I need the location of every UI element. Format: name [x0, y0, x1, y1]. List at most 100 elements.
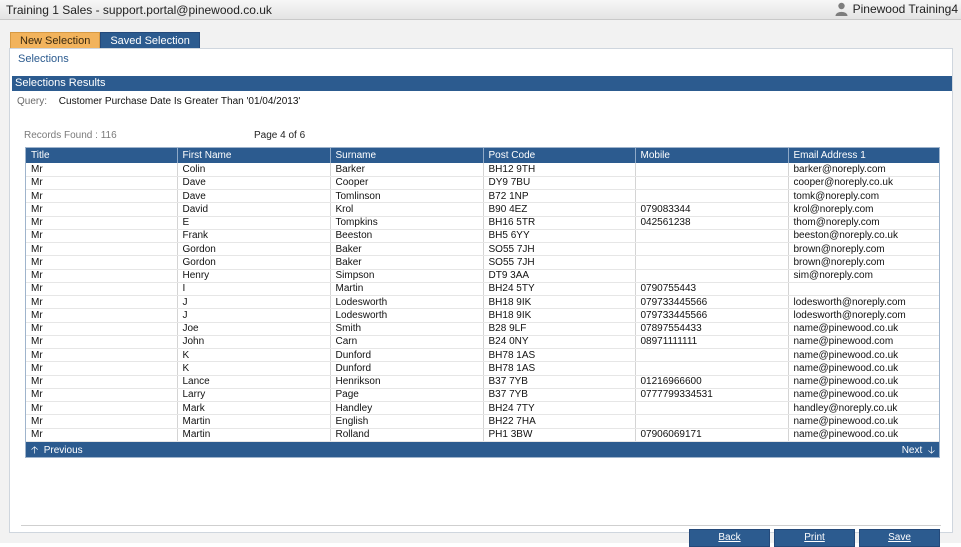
user-menu[interactable]: Pinewood Training4 — [835, 2, 958, 16]
mobile-cell — [635, 176, 789, 191]
table-row[interactable]: Mr Dave Tomlinson B72 1NP tomk@noreply.com — [26, 189, 939, 204]
surname-cell: Barker — [330, 163, 484, 177]
first-name-cell: Joe — [177, 322, 331, 336]
user-name: Pinewood Training4 — [852, 2, 958, 16]
email-cell: brown@noreply.com — [788, 255, 939, 270]
title-cell: Mr — [26, 401, 178, 416]
post-code-cell: BH12 9TH — [483, 163, 636, 177]
surname-cell: Handley — [330, 401, 484, 416]
post-code-cell: SO55 7JH — [483, 242, 636, 257]
table-row[interactable]: Mr John Carn B24 0NY 08971111111 name@pinewoo… — [26, 335, 939, 350]
title-cell: Mr — [26, 308, 178, 323]
first-name-cell: Gordon — [177, 255, 331, 270]
post-code-cell: B72 1NP — [483, 189, 636, 204]
first-name-cell: John — [177, 335, 331, 350]
surname-cell: Henrikson — [330, 375, 484, 389]
first-name-cell: I — [177, 282, 331, 297]
table-header-row: Title First Name Surname Post Code Mobil… — [26, 148, 939, 163]
post-code-cell: B37 7YB — [483, 375, 636, 389]
table-row[interactable]: Mr Colin Barker BH12 9TH barker@noreply.com — [26, 163, 939, 177]
query-label: Query: — [17, 96, 48, 107]
title-cell: Mr — [26, 229, 178, 244]
column-header-first-name[interactable]: First Name — [177, 148, 331, 163]
mobile-cell — [635, 361, 789, 376]
email-cell: thom@noreply.com — [788, 216, 939, 230]
column-header-mobile[interactable]: Mobile — [635, 148, 789, 163]
table-row[interactable]: Mr Henry Simpson DT9 3AA sim@noreply.com — [26, 269, 939, 283]
title-cell: Mr — [26, 269, 178, 283]
surname-cell: Carn — [330, 335, 484, 350]
surname-cell: Simpson — [330, 269, 484, 283]
back-button[interactable]: Back — [689, 529, 770, 547]
column-header-email[interactable]: Email Address 1 — [788, 148, 939, 163]
section-title-bar: Selections Results — [12, 76, 952, 91]
first-name-cell: K — [177, 361, 331, 376]
table-row[interactable]: Mr K Dunford BH78 1AS name@pinewood.co.uk — [26, 348, 939, 363]
post-code-cell: B90 4EZ — [483, 202, 636, 217]
mobile-cell: 0777799334531 — [635, 388, 789, 403]
title-cell: Mr — [26, 348, 178, 363]
surname-cell: Lodesworth — [330, 295, 484, 310]
tab-saved-selection[interactable]: Saved Selection — [100, 32, 200, 48]
table-row[interactable]: Mr Frank Beeston BH5 6YY beeston@noreply.co.… — [26, 229, 939, 244]
first-name-cell: Mark — [177, 401, 331, 416]
table-row[interactable]: Mr David Krol B90 4EZ 079083344 krol@noreply.… — [26, 202, 939, 217]
grid-pager: 🡡 Previous Next 🡣 — [26, 441, 939, 460]
surname-cell: English — [330, 414, 484, 429]
table-row[interactable]: Mr J Lodesworth BH18 9IK 079733445566 lodeswo… — [26, 308, 939, 323]
post-code-cell: B37 7YB — [483, 388, 636, 403]
tab-strip: New Selection Saved Selection — [10, 32, 200, 48]
footer-divider — [21, 525, 941, 526]
email-cell: name@pinewood.co.uk — [788, 361, 939, 376]
mobile-cell: 07897554433 — [635, 322, 789, 336]
table-row[interactable]: Mr Larry Page B37 7YB 0777799334531 name@pine… — [26, 388, 939, 403]
table-row[interactable]: Mr Joe Smith B28 9LF 07897554433 name@pinewoo… — [26, 322, 939, 336]
table-row[interactable]: Mr Martin English BH22 7HA name@pinewood.co.… — [26, 414, 939, 429]
user-icon — [835, 2, 848, 16]
mobile-cell: 079733445566 — [635, 308, 789, 323]
next-page-button[interactable]: Next 🡣 — [902, 443, 935, 460]
results-grid: Title First Name Surname Post Code Mobil… — [25, 147, 940, 458]
query-value: Customer Purchase Date Is Greater Than '… — [58, 96, 301, 107]
column-header-surname[interactable]: Surname — [330, 148, 484, 163]
surname-cell: Dunford — [330, 348, 484, 363]
window-titlebar: Training 1 Sales - support.portal@pinewo… — [0, 0, 961, 20]
first-name-cell: Henry — [177, 269, 331, 283]
post-code-cell: BH78 1AS — [483, 361, 636, 376]
query-line: Query: Customer Purchase Date Is Greater… — [17, 96, 300, 107]
first-name-cell: J — [177, 295, 331, 310]
mobile-cell: 01216966600 — [635, 375, 789, 389]
email-cell: brown@noreply.com — [788, 242, 939, 257]
save-button[interactable]: Save — [859, 529, 940, 547]
table-row[interactable]: Mr E Tompkins BH16 5TR 042561238 thom@noreply… — [26, 216, 939, 230]
first-name-cell: Martin — [177, 428, 331, 442]
mobile-cell — [635, 269, 789, 283]
post-code-cell: BH18 9IK — [483, 295, 636, 310]
previous-page-button[interactable]: 🡡 Previous — [31, 443, 83, 460]
post-code-cell: BH24 7TY — [483, 401, 636, 416]
column-header-title[interactable]: Title — [26, 148, 178, 163]
post-code-cell: BH18 9IK — [483, 308, 636, 323]
email-cell: beeston@noreply.co.uk — [788, 229, 939, 244]
title-cell: Mr — [26, 176, 178, 191]
surname-cell: Dunford — [330, 361, 484, 376]
post-code-cell: SO55 7JH — [483, 255, 636, 270]
table-row[interactable]: Mr K Dunford BH78 1AS name@pinewood.co.uk — [26, 361, 939, 376]
results-table: Title First Name Surname Post Code Mobil… — [26, 148, 939, 442]
print-button[interactable]: Print — [774, 529, 855, 547]
arrow-up-icon: 🡡 — [31, 444, 39, 456]
table-row[interactable]: Mr Mark Handley BH24 7TY handley@noreply.co.… — [26, 401, 939, 416]
table-row[interactable]: Mr I Martin BH24 5TY 0790755443 — [26, 282, 939, 297]
table-body: Mr Colin Barker BH12 9TH barker@noreply.com M… — [26, 163, 939, 442]
table-row[interactable]: Mr J Lodesworth BH18 9IK 079733445566 lodeswo… — [26, 295, 939, 310]
mobile-cell — [635, 242, 789, 257]
title-cell: Mr — [26, 255, 178, 270]
table-row[interactable]: Mr Martin Rolland PH1 3BW 07906069171 name@pi… — [26, 428, 939, 442]
surname-cell: Baker — [330, 255, 484, 270]
table-row[interactable]: Mr Lance Henrikson B37 7YB 01216966600 name@p… — [26, 375, 939, 389]
table-row[interactable]: Mr Dave Cooper DY9 7BU cooper@noreply.co.uk — [26, 176, 939, 191]
table-row[interactable]: Mr Gordon Baker SO55 7JH brown@noreply.com — [26, 242, 939, 257]
table-row[interactable]: Mr Gordon Baker SO55 7JH brown@noreply.com — [26, 255, 939, 270]
tab-new-selection[interactable]: New Selection — [10, 32, 101, 48]
column-header-post-code[interactable]: Post Code — [483, 148, 636, 163]
